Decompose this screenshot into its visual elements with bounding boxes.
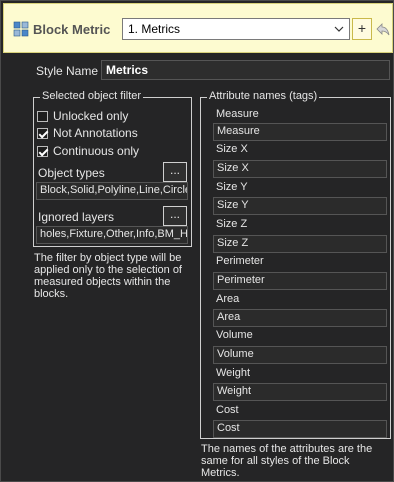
block-metric-icon (13, 21, 29, 37)
object-types-field[interactable]: Block,Solid,Polyline,Line,Circle,A (36, 182, 188, 200)
attribute-names-legend: Attribute names (tags) (207, 90, 320, 102)
style-select-value: 1. Metrics (128, 22, 181, 36)
ignored-layers-browse-button[interactable]: ... (163, 206, 187, 226)
attr-label-perimeter: Perimeter (216, 255, 264, 267)
attribute-names-group: Attribute names (tags) Measure Measure S… (200, 90, 391, 439)
attr-input-size-z[interactable]: Size Z (213, 235, 387, 253)
style-name-label: Style Name (36, 64, 99, 78)
attr-input-weight[interactable]: Weight (213, 383, 387, 401)
attr-input-size-x[interactable]: Size X (213, 160, 387, 178)
checkbox-box[interactable] (37, 145, 48, 157)
ignored-layers-field[interactable]: holes,Fixture,Other,Info,BM_Hid (36, 226, 188, 244)
checkbox-box[interactable] (37, 127, 48, 139)
checkbox-label: Continuous only (53, 144, 140, 158)
attr-label-volume: Volume (216, 329, 253, 341)
checkbox-label: Not Annotations (53, 126, 138, 140)
attr-label-measure: Measure (216, 108, 259, 120)
attributes-note: The names of the attributes are the same… (201, 443, 373, 479)
object-types-browse-button[interactable]: ... (163, 162, 187, 182)
checkbox-label: Unlocked only (53, 109, 129, 123)
ignored-layers-label: Ignored layers (38, 210, 115, 224)
chevron-down-icon (334, 26, 344, 32)
attr-input-perimeter[interactable]: Perimeter (213, 272, 387, 290)
attr-input-measure[interactable]: Measure (213, 123, 387, 141)
attr-label-area: Area (216, 293, 240, 305)
object-types-label: Object types (38, 166, 105, 180)
object-filter-legend: Selected object filter (40, 90, 144, 102)
panel-title: Block Metric (33, 22, 111, 37)
attr-label-size-z: Size Z (216, 218, 248, 230)
attr-input-size-y[interactable]: Size Y (213, 197, 387, 215)
panel-header: Block Metric 1. Metrics + (3, 3, 393, 53)
attr-label-cost: Cost (216, 404, 239, 416)
continuous-only-checkbox[interactable]: Continuous only (37, 143, 139, 159)
not-annotations-checkbox[interactable]: Not Annotations (37, 125, 138, 141)
attr-input-cost[interactable]: Cost (213, 420, 387, 438)
attr-label-size-x: Size X (216, 143, 248, 155)
attr-input-volume[interactable]: Volume (213, 346, 387, 364)
attr-input-area[interactable]: Area (213, 309, 387, 327)
attr-label-weight: Weight (216, 367, 251, 379)
block-metric-panel: Block Metric 1. Metrics + Style Name Met… (0, 0, 394, 482)
checkbox-box[interactable] (37, 110, 48, 122)
back-arrow-icon[interactable] (374, 21, 391, 38)
style-name-input[interactable]: Metrics (101, 60, 390, 80)
add-style-button[interactable]: + (352, 18, 372, 40)
unlocked-only-checkbox[interactable]: Unlocked only (37, 108, 128, 124)
object-filter-group: Selected object filter Unlocked only Not… (33, 90, 192, 247)
filter-note: The filter by object type will be applie… (34, 252, 182, 300)
style-select[interactable]: 1. Metrics (122, 18, 350, 40)
attr-label-size-y: Size Y (216, 181, 248, 193)
